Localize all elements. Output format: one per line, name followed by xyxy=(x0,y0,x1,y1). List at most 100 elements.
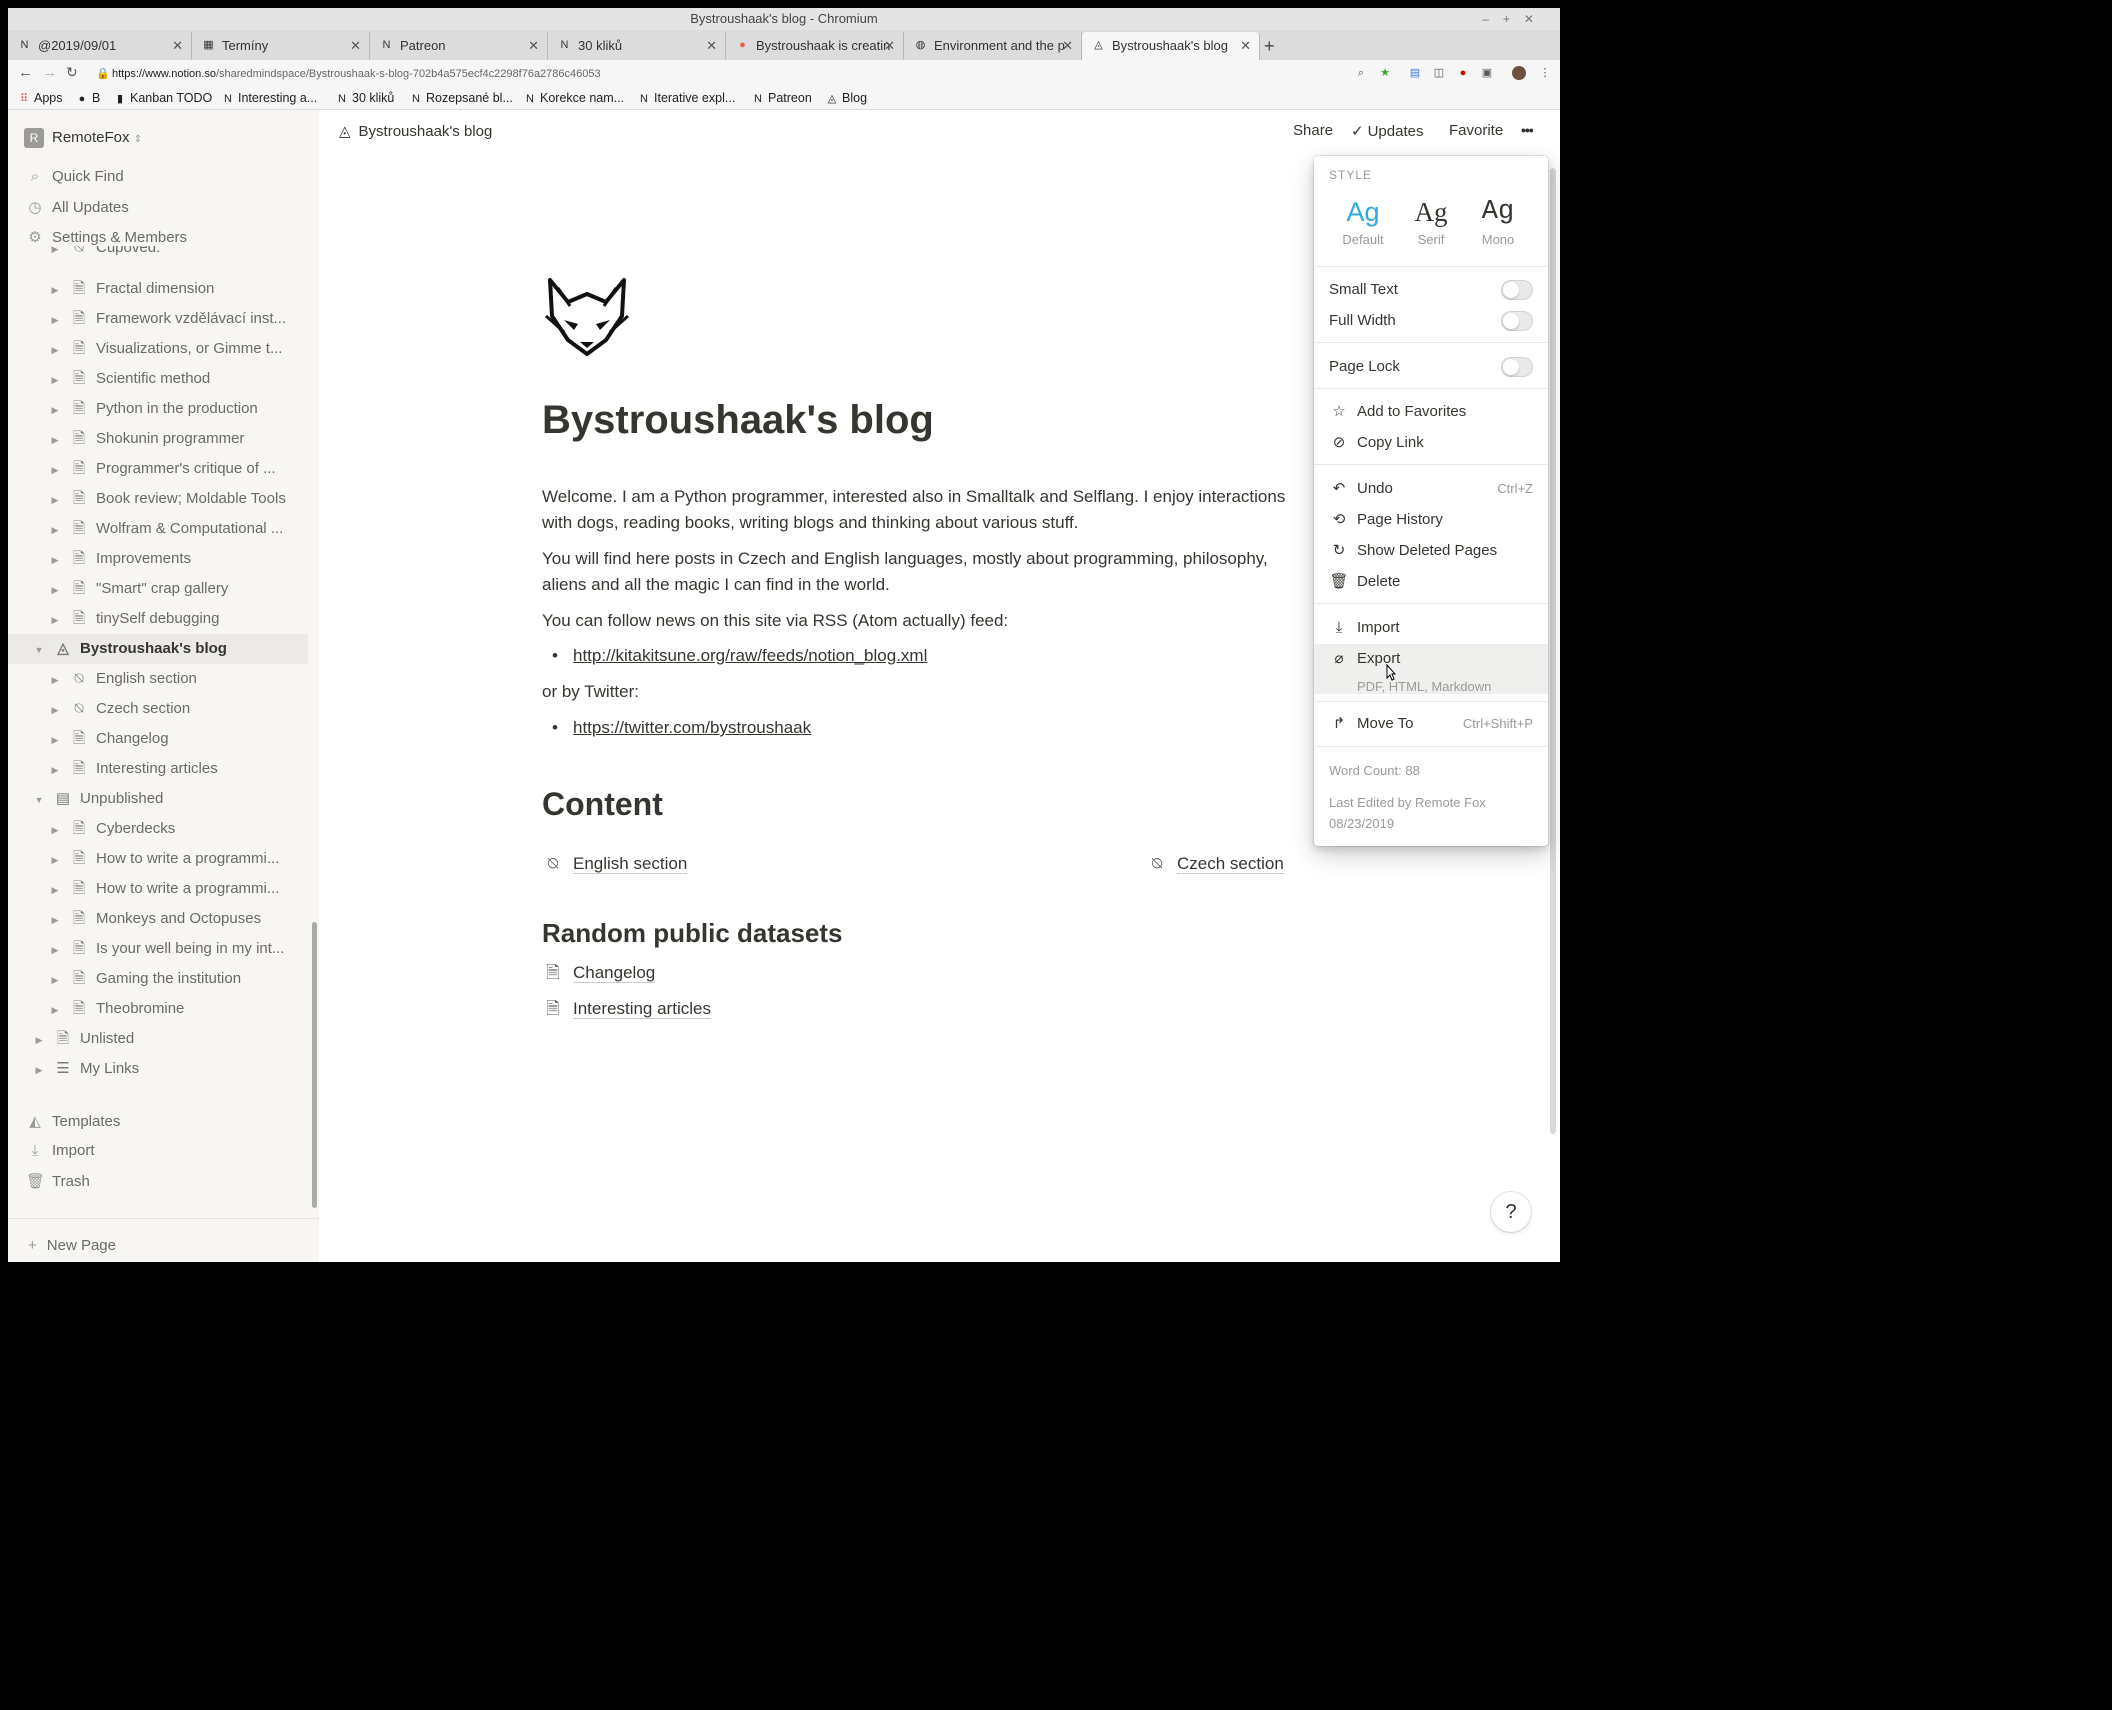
export-item-label-row[interactable]: ⌀ Export xyxy=(1329,647,1533,671)
sidebar-scrollbar[interactable] xyxy=(310,260,318,1210)
reload-icon[interactable]: ↻ xyxy=(66,64,78,81)
caret-right-icon[interactable]: ▶ xyxy=(48,515,62,544)
sidebar-page-item[interactable]: ▶ 🗎 Book review; Moldable Tools xyxy=(8,484,308,514)
caret-right-icon[interactable]: ▶ xyxy=(48,905,62,934)
rss-link[interactable]: http://kitakitsune.org/raw/feeds/notion_… xyxy=(573,646,927,665)
tab-active[interactable]: ◬ Bystroushaak's blog ✕ xyxy=(1082,32,1260,60)
back-icon[interactable]: ← xyxy=(18,64,33,81)
show-deleted-item[interactable]: ↻ Show Deleted Pages xyxy=(1329,539,1533,563)
tab[interactable]: ▦ Termíny ✕ xyxy=(192,32,370,60)
add-to-favorites-item[interactable]: ☆ Add to Favorites xyxy=(1329,400,1533,424)
share-button[interactable]: Share xyxy=(1293,122,1333,139)
caret-right-icon[interactable]: ▶ xyxy=(48,425,62,454)
new-page-button[interactable]: + New Page xyxy=(8,1218,319,1262)
page-history-item[interactable]: ⟲ Page History xyxy=(1329,508,1533,532)
sidebar-page-item[interactable]: ▶ ⍉ Cupoved. xyxy=(8,246,308,262)
caret-right-icon[interactable]: ▶ xyxy=(48,575,62,604)
favorite-button[interactable]: Favorite xyxy=(1449,122,1503,139)
zoom-icon[interactable]: ⌕ xyxy=(1354,66,1368,80)
sidebar-page-item[interactable]: ▶ 🗎 Python in the production xyxy=(8,394,308,424)
caret-right-icon[interactable]: ▶ xyxy=(48,455,62,484)
breadcrumb[interactable]: ◬ Bystroushaak's blog xyxy=(339,122,492,140)
scrollbar-thumb[interactable] xyxy=(312,922,317,1208)
small-text-toggle[interactable] xyxy=(1501,280,1533,300)
czech-section-link[interactable]: ⍉ Czech section xyxy=(1146,854,1284,874)
sidebar-trash[interactable]: 🗑 Trash xyxy=(26,1172,90,1190)
sidebar-page-item[interactable]: ▶ 🗎 Wolfram & Computational ... xyxy=(8,514,308,544)
copy-link-item[interactable]: ⊘ Copy Link xyxy=(1329,431,1533,455)
style-serif[interactable]: Ag Serif xyxy=(1401,194,1461,247)
close-icon[interactable]: ✕ xyxy=(1062,32,1073,60)
sidebar-page-item[interactable]: ▶ ☰ My Links xyxy=(8,1054,308,1084)
tab[interactable]: ◍ Environment and the p ✕ xyxy=(904,32,1082,60)
extension-icon[interactable]: ▣ xyxy=(1480,66,1494,80)
sidebar-settings[interactable]: ⚙ Settings & Members xyxy=(26,228,187,246)
sidebar-page-item[interactable]: ▶ ⍉ English section xyxy=(8,664,308,694)
caret-right-icon[interactable]: ▶ xyxy=(48,695,62,724)
bookmark[interactable]: N Patreon xyxy=(752,91,812,105)
bookmark[interactable]: N Interesting a... xyxy=(222,91,317,105)
changelog-link[interactable]: 🗎 Changelog xyxy=(542,960,656,989)
new-tab-button[interactable]: + xyxy=(1264,32,1275,60)
bookmark[interactable]: N Korekce nam... xyxy=(524,91,624,105)
sidebar-page-item[interactable]: ▶ 🗎 How to write a programmi... xyxy=(8,844,308,874)
more-button[interactable]: ••• xyxy=(1521,122,1534,138)
caret-right-icon[interactable]: ▶ xyxy=(48,875,62,904)
sidebar-page-item[interactable]: ▶ 🗎 Gaming the institution xyxy=(8,964,308,994)
tab[interactable]: N @2019/09/01 ✕ xyxy=(8,32,192,60)
caret-right-icon[interactable]: ▶ xyxy=(48,365,62,394)
extension-icon[interactable]: ▤ xyxy=(1408,66,1422,80)
caret-right-icon[interactable]: ▶ xyxy=(48,995,62,1024)
sidebar-page-item[interactable]: ▶ 🗎 Fractal dimension xyxy=(8,274,308,304)
star-icon[interactable]: ★ xyxy=(1378,66,1392,80)
sidebar-templates[interactable]: ◭ Templates xyxy=(26,1112,120,1130)
sidebar-page-item[interactable]: ▼ ▤ Unpublished xyxy=(8,784,308,814)
sidebar-page-item[interactable]: ▶ 🗎 Is your well being in my int... xyxy=(8,934,308,964)
caret-right-icon[interactable]: ▶ xyxy=(32,1025,46,1054)
caret-right-icon[interactable]: ▶ xyxy=(48,755,62,784)
english-section-link[interactable]: ⍉ English section xyxy=(542,854,688,874)
extension-icon[interactable]: ◫ xyxy=(1432,66,1446,80)
caret-right-icon[interactable]: ▶ xyxy=(48,845,62,874)
delete-item[interactable]: 🗑 Delete xyxy=(1329,570,1533,594)
sidebar-page-item[interactable]: ▶ ⍉ Czech section xyxy=(8,694,308,724)
close-icon[interactable]: ✕ xyxy=(1240,32,1251,60)
sidebar-page-item[interactable]: ▶ 🗎 Changelog xyxy=(8,724,308,754)
sidebar-page-item[interactable]: ▼ ◬ Bystroushaak's blog xyxy=(8,634,308,664)
caret-right-icon[interactable]: ▶ xyxy=(48,725,62,754)
caret-right-icon[interactable]: ▶ xyxy=(48,275,62,304)
caret-right-icon[interactable]: ▶ xyxy=(32,1055,46,1084)
full-width-toggle[interactable] xyxy=(1501,311,1533,331)
sidebar-page-item[interactable]: ▶ 🗎 Shokunin programmer xyxy=(8,424,308,454)
caret-right-icon[interactable]: ▶ xyxy=(48,485,62,514)
sidebar-import[interactable]: ⤓ Import xyxy=(26,1142,95,1159)
caret-right-icon[interactable]: ▶ xyxy=(48,246,62,254)
sidebar-page-item[interactable]: ▶ 🗎 Unlisted xyxy=(8,1024,308,1054)
bookmark[interactable]: N 30 kliků xyxy=(336,91,394,105)
small-text-toggle-row[interactable]: Small Text xyxy=(1329,278,1533,302)
close-icon[interactable]: ✕ xyxy=(172,32,183,60)
bookmark[interactable]: ● B xyxy=(76,91,101,105)
sidebar-page-item[interactable]: ▶ 🗎 How to write a programmi... xyxy=(8,874,308,904)
bookmark[interactable]: N Iterative expl... xyxy=(638,91,735,105)
sidebar-page-item[interactable]: ▶ 🗎 tinySelf debugging xyxy=(8,604,308,634)
undo-item[interactable]: ↶ Undo Ctrl+Z xyxy=(1329,477,1533,501)
full-width-toggle-row[interactable]: Full Width xyxy=(1329,309,1533,333)
bookmark[interactable]: N Rozepsané bl... xyxy=(410,91,513,105)
caret-right-icon[interactable]: ▶ xyxy=(48,335,62,364)
close-icon[interactable]: ✕ xyxy=(528,32,539,60)
avatar[interactable] xyxy=(1512,66,1526,80)
twitter-link[interactable]: https://twitter.com/bystroushaak xyxy=(573,718,811,737)
sidebar-page-item[interactable]: ▶ 🗎 Monkeys and Octopuses xyxy=(8,904,308,934)
tab[interactable]: ● Bystroushaak is creatin ✕ xyxy=(726,32,904,60)
sidebar-page-item[interactable]: ▶ 🗎 Scientific method xyxy=(8,364,308,394)
main-scrollbar[interactable] xyxy=(1550,168,1556,1134)
style-default[interactable]: Ag Default xyxy=(1333,194,1393,247)
page-lock-toggle[interactable] xyxy=(1501,357,1533,377)
caret-right-icon[interactable]: ▶ xyxy=(48,665,62,694)
help-button[interactable]: ? xyxy=(1491,1192,1531,1232)
move-to-item[interactable]: ↱ Move To Ctrl+Shift+P xyxy=(1329,712,1533,736)
window-controls[interactable]: –+✕ xyxy=(1482,8,1548,30)
page-lock-toggle-row[interactable]: Page Lock xyxy=(1329,355,1533,379)
tab[interactable]: N Patreon ✕ xyxy=(370,32,548,60)
